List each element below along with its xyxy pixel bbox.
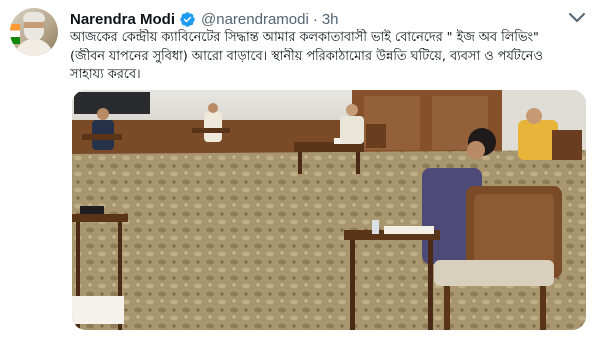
tweet-timestamp[interactable]: 3h [322,11,339,28]
tweet-text-line: আজকের কেন্দ্রীয় ক্যাবিনেটের সিদ্ধান্ত আ… [70,30,539,45]
tweet-card[interactable]: Narendra Modi @narendramodi · 3h আজকের ক… [0,0,600,338]
meeting-room-photo [72,90,586,330]
verified-badge-icon [180,11,195,27]
author-name[interactable]: Narendra Modi [70,11,175,28]
tweet-header: Narendra Modi @narendramodi · 3h [70,9,339,29]
header-separator: · [312,10,318,28]
tweet-text-line: (জীবন যাপনের সুবিধা) আরো বাড়াবে। স্থানী… [70,48,543,64]
flag-graphic [10,24,20,44]
tweet-text-line: সাহায্য করবে। [70,67,141,82]
tweet-text: আজকের কেন্দ্রীয় ক্যাবিনেটের সিদ্ধান্ত আ… [70,29,590,85]
author-avatar[interactable] [10,8,58,56]
author-handle[interactable]: @narendramodi [201,11,309,28]
more-chevron-icon[interactable] [566,9,588,27]
tweet-photo[interactable] [72,90,586,330]
